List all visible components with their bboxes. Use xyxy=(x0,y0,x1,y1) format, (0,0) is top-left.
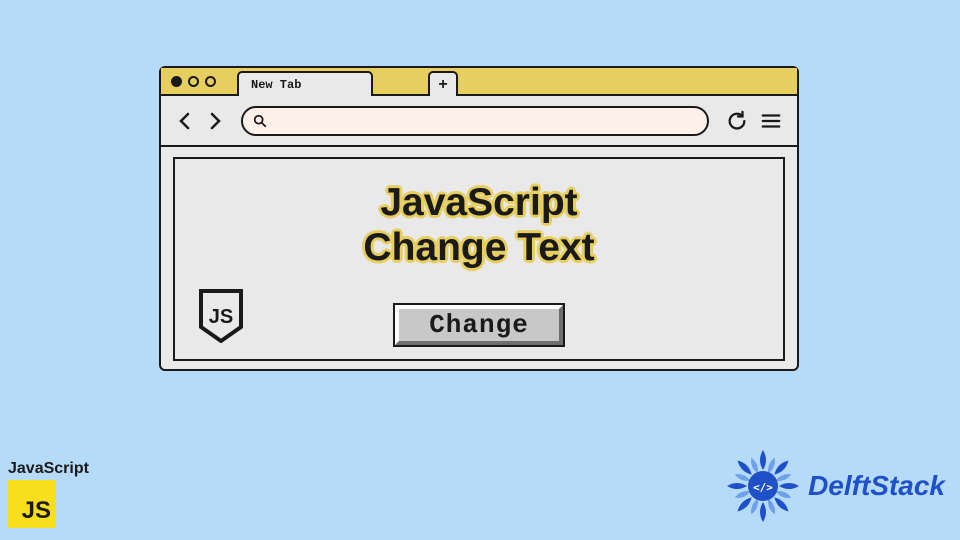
change-button-label: Change xyxy=(429,310,529,340)
javascript-logo-square-icon: JS xyxy=(8,480,56,528)
menu-button[interactable] xyxy=(759,109,783,133)
window-controls xyxy=(171,76,216,87)
close-window-dot[interactable] xyxy=(171,76,182,87)
toolbar xyxy=(161,96,797,147)
js-shield-icon: JS xyxy=(197,289,245,343)
delftstack-logo: </> DelftStack xyxy=(724,447,945,525)
js-square-text: JS xyxy=(22,497,51,525)
maximize-window-dot[interactable] xyxy=(205,76,216,87)
tab-label: New Tab xyxy=(251,78,301,92)
refresh-icon xyxy=(726,110,748,132)
mandala-icon: </> xyxy=(724,447,802,525)
new-tab-button[interactable]: + xyxy=(428,71,458,96)
minimize-window-dot[interactable] xyxy=(188,76,199,87)
back-button[interactable] xyxy=(175,111,195,131)
change-button[interactable]: Change xyxy=(395,305,563,345)
titlebar: New Tab + xyxy=(161,68,797,96)
delftstack-label: DelftStack xyxy=(808,470,945,502)
headline-line2: Change Text xyxy=(195,226,763,271)
hamburger-icon xyxy=(760,110,782,132)
browser-window: New Tab + xyxy=(159,66,799,371)
content-pane: JavaScript Change Text JS Change xyxy=(173,157,785,361)
search-icon xyxy=(253,114,267,128)
chevron-right-icon xyxy=(207,112,223,130)
javascript-logo-label: JavaScript xyxy=(8,460,89,478)
headline-line1: JavaScript xyxy=(195,181,763,226)
address-bar[interactable] xyxy=(241,106,709,136)
svg-text:</>: </> xyxy=(753,481,773,494)
address-input[interactable] xyxy=(273,113,697,128)
forward-button[interactable] xyxy=(205,111,225,131)
tab-new[interactable]: New Tab xyxy=(237,71,373,96)
chevron-left-icon xyxy=(177,112,193,130)
refresh-button[interactable] xyxy=(725,109,749,133)
plus-icon: + xyxy=(438,76,447,94)
javascript-logo: JavaScript JS xyxy=(8,460,89,528)
page-title: JavaScript Change Text xyxy=(195,181,763,271)
svg-text:JS: JS xyxy=(209,306,233,328)
